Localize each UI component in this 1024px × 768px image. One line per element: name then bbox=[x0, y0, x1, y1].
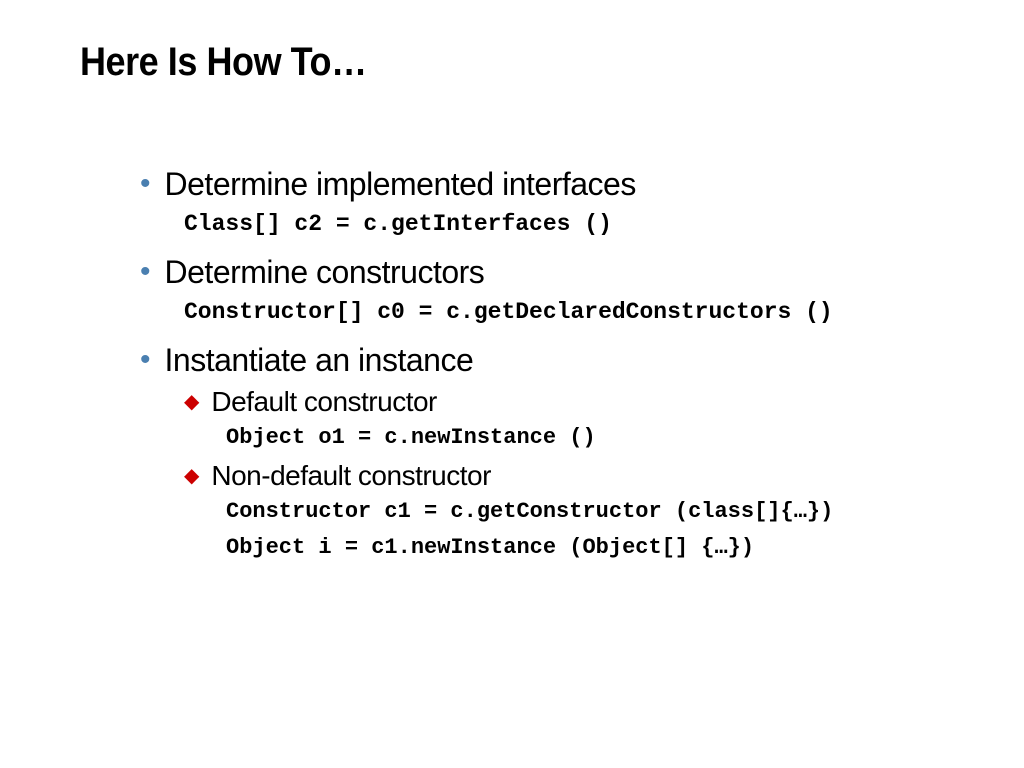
list-subitem: ◆ Non-default constructor bbox=[184, 459, 944, 493]
list-item-text: Determine implemented interfaces bbox=[165, 165, 636, 203]
list-item: • Determine implemented interfaces bbox=[140, 165, 944, 203]
slide-content: • Determine implemented interfaces Class… bbox=[80, 165, 944, 563]
code-line: Object i = c1.newInstance (Object[] {…}) bbox=[226, 533, 944, 563]
list-subitem-text: Non-default constructor bbox=[211, 459, 491, 493]
list-item: • Instantiate an instance bbox=[140, 341, 944, 379]
bullet-icon: • bbox=[140, 253, 151, 291]
diamond-icon: ◆ bbox=[184, 385, 199, 419]
list-item-text: Instantiate an instance bbox=[165, 341, 474, 379]
code-line: Constructor c1 = c.getConstructor (class… bbox=[226, 497, 944, 527]
code-line: Class[] c2 = c.getInterfaces () bbox=[184, 209, 944, 239]
bullet-icon: • bbox=[140, 165, 151, 203]
list-item: • Determine constructors bbox=[140, 253, 944, 291]
list-subitem-text: Default constructor bbox=[211, 385, 437, 419]
slide-title: Here Is How To… bbox=[80, 40, 858, 85]
bullet-icon: • bbox=[140, 341, 151, 379]
list-item-text: Determine constructors bbox=[165, 253, 485, 291]
code-line: Object o1 = c.newInstance () bbox=[226, 423, 944, 453]
list-subitem: ◆ Default constructor bbox=[184, 385, 944, 419]
code-line: Constructor[] c0 = c.getDeclaredConstruc… bbox=[184, 297, 944, 327]
diamond-icon: ◆ bbox=[184, 459, 199, 493]
